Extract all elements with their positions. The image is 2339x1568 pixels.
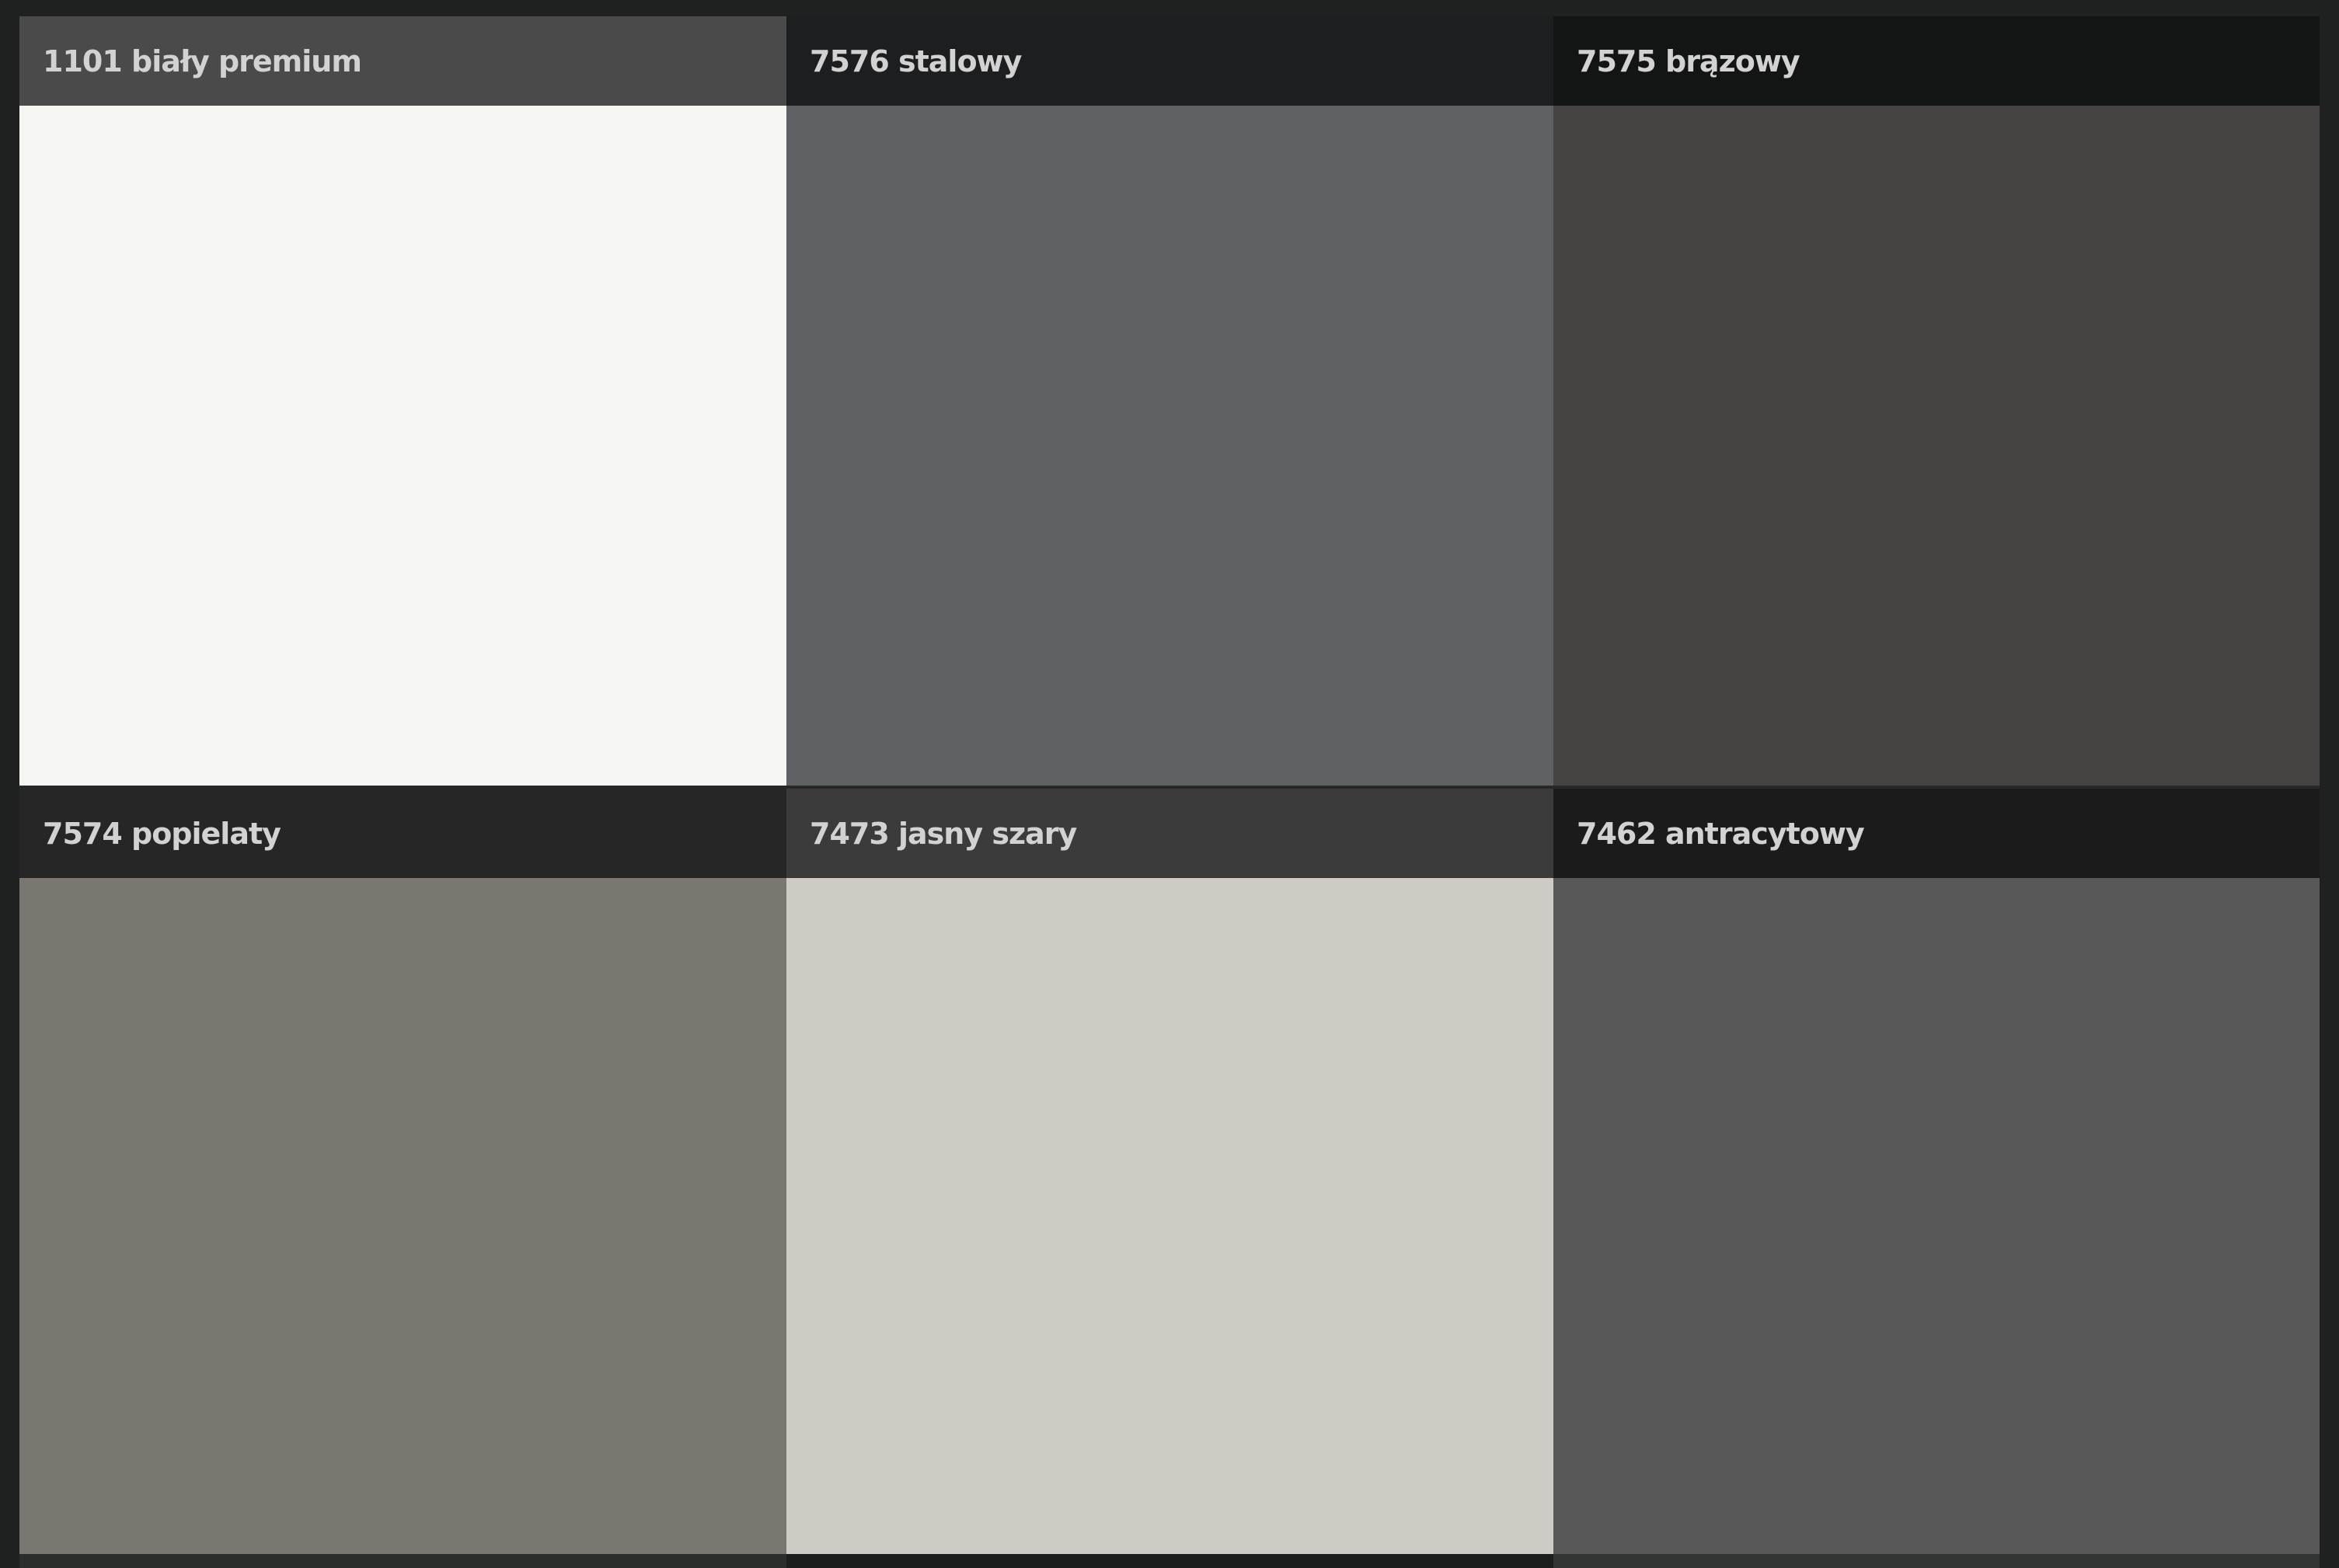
swatch-tile-7575[interactable]: 7575 brązowy bbox=[1553, 16, 2320, 786]
swatch-header: 1101 biały premium bbox=[19, 16, 786, 106]
swatch-label: 7462 antracytowy bbox=[1577, 816, 1865, 851]
swatch-label: 7574 popielaty bbox=[43, 816, 281, 851]
swatch-header: 7576 stalowy bbox=[786, 16, 1553, 106]
color-sample[interactable] bbox=[19, 106, 786, 786]
color-swatch-grid: 1101 biały premium 7576 stalowy 7575 brą… bbox=[19, 16, 2320, 1563]
next-row-header bbox=[786, 1554, 1553, 1568]
color-sample[interactable] bbox=[786, 878, 1553, 1555]
swatch-header: 7574 popielaty bbox=[19, 789, 786, 878]
swatch-tile-1101[interactable]: 1101 biały premium bbox=[19, 16, 786, 786]
swatch-label: 1101 biały premium bbox=[43, 44, 362, 78]
color-sample[interactable] bbox=[1553, 878, 2320, 1555]
swatch-tile-7462[interactable]: 7462 antracytowy bbox=[1553, 786, 2320, 1555]
swatch-header: 7462 antracytowy bbox=[1553, 789, 2320, 878]
swatch-label: 7473 jasny szary bbox=[810, 816, 1077, 851]
swatch-label: 7576 stalowy bbox=[810, 44, 1022, 78]
color-sample[interactable] bbox=[1553, 106, 2320, 786]
swatch-label: 7575 brązowy bbox=[1577, 44, 1800, 78]
next-row-peek bbox=[19, 1554, 2320, 1568]
swatch-tile-7473[interactable]: 7473 jasny szary bbox=[786, 786, 1553, 1555]
next-row-header bbox=[1553, 1554, 2320, 1568]
next-row-header bbox=[19, 1554, 786, 1568]
swatch-header: 7575 brązowy bbox=[1553, 16, 2320, 106]
swatch-header: 7473 jasny szary bbox=[786, 789, 1553, 878]
color-sample[interactable] bbox=[786, 106, 1553, 786]
swatch-tile-7574[interactable]: 7574 popielaty bbox=[19, 786, 786, 1555]
color-sample[interactable] bbox=[19, 878, 786, 1555]
swatch-tile-7576[interactable]: 7576 stalowy bbox=[786, 16, 1553, 786]
